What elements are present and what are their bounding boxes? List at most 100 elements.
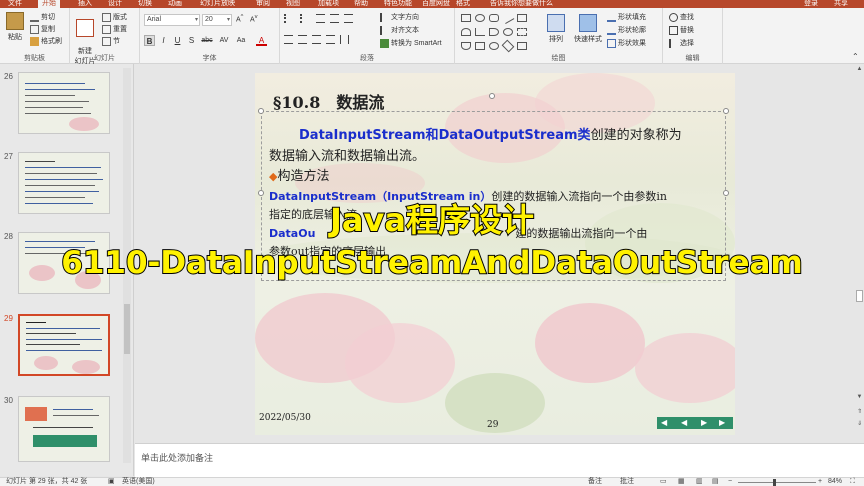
fit-slide-icon[interactable]: ⛶	[850, 478, 855, 486]
scroll-thumb[interactable]	[856, 290, 863, 302]
italic-button[interactable]: I	[158, 35, 169, 46]
comments-toggle-button[interactable]: 批注	[620, 478, 634, 486]
resize-handle[interactable]	[723, 108, 729, 114]
shape-smile-icon[interactable]	[489, 42, 499, 50]
shape-diamond-icon[interactable]	[501, 39, 515, 53]
spellcheck-icon[interactable]: ▣	[108, 478, 115, 486]
copy-button[interactable]: 复制	[30, 24, 55, 34]
font-size-combo[interactable]: 20 ▾	[202, 14, 232, 26]
slide-thumbnail-26[interactable]	[18, 72, 110, 134]
shape-circle-icon[interactable]	[503, 28, 513, 36]
shape-elbow-icon[interactable]	[475, 28, 485, 36]
shape-effects-button[interactable]: 形状效果	[607, 38, 646, 48]
shape-line-icon[interactable]	[501, 12, 515, 24]
tab-help[interactable]: 帮助	[350, 0, 372, 8]
slide-thumbnail-30[interactable]	[18, 396, 110, 462]
notes-toggle-button[interactable]: 备注	[588, 478, 602, 486]
align-left-button[interactable]	[284, 35, 295, 44]
tab-animations[interactable]: 动画	[164, 0, 186, 8]
zoom-level[interactable]: 84%	[828, 478, 842, 486]
zoom-slider-thumb[interactable]	[773, 479, 776, 486]
shrink-font-button[interactable]: Av	[250, 14, 258, 23]
scroll-down-icon[interactable]: ▼	[856, 394, 863, 400]
text-direction-button[interactable]: 文字方向	[380, 12, 419, 22]
select-button[interactable]: 选择	[669, 38, 694, 48]
tab-addins[interactable]: 加载项	[314, 0, 343, 8]
char-spacing-button[interactable]: AV	[217, 35, 231, 46]
tab-view[interactable]: 视图	[282, 0, 304, 8]
sorter-view-icon[interactable]: ▦	[678, 478, 685, 486]
language-indicator[interactable]: 英语(美国)	[122, 478, 155, 486]
shape-oval-icon[interactable]	[475, 14, 485, 22]
numbering-button[interactable]	[300, 14, 311, 23]
bullets-button[interactable]	[284, 14, 295, 23]
slide-title[interactable]: §10.8 数据流	[273, 89, 384, 113]
align-text-button[interactable]: 对齐文本	[380, 25, 419, 35]
tab-features[interactable]: 特色功能	[380, 0, 416, 8]
shape-freeform-icon[interactable]	[517, 28, 527, 36]
find-button[interactable]: 查找	[669, 12, 694, 22]
last-slide-icon[interactable]: ▶	[719, 418, 725, 427]
layout-button[interactable]: 版式	[102, 12, 127, 22]
prev-page-icon[interactable]: ⇑	[856, 408, 863, 415]
reading-view-icon[interactable]: ▥	[696, 478, 703, 486]
format-painter-button[interactable]: 格式刷	[30, 36, 62, 46]
share-button[interactable]: 共享	[830, 0, 852, 8]
columns-button[interactable]	[340, 35, 351, 44]
section-button[interactable]: 节	[102, 36, 120, 46]
collapse-ribbon-icon[interactable]: ⌃	[852, 52, 859, 61]
sign-in-link[interactable]: 登录	[800, 0, 822, 8]
underline-button[interactable]: U	[172, 35, 183, 46]
zoom-slider[interactable]	[738, 482, 816, 483]
tab-transitions[interactable]: 切换	[134, 0, 156, 8]
shadow-button[interactable]: S	[186, 35, 197, 46]
align-center-button[interactable]	[298, 35, 309, 44]
shape-rounded-icon[interactable]	[489, 14, 499, 22]
align-right-button[interactable]	[312, 35, 323, 44]
tab-review[interactable]: 审阅	[252, 0, 274, 8]
shape-rect-icon[interactable]	[461, 14, 471, 22]
tab-slideshow[interactable]: 幻灯片放映	[196, 0, 239, 8]
bold-button[interactable]: B	[144, 35, 155, 46]
shape-arc-icon[interactable]	[461, 28, 471, 36]
scroll-thumb[interactable]	[124, 304, 130, 354]
normal-view-icon[interactable]: ▭	[660, 478, 667, 486]
slide-thumbnail-29[interactable]	[18, 314, 110, 376]
next-slide-icon[interactable]: ▶	[701, 418, 707, 427]
tab-format[interactable]: 格式	[452, 0, 474, 8]
first-slide-icon[interactable]: ◀	[661, 418, 667, 427]
justify-button[interactable]	[326, 35, 337, 44]
font-name-combo[interactable]: Arial ▾	[144, 14, 200, 26]
grow-font-button[interactable]: A^	[236, 14, 243, 23]
shape-star-icon[interactable]	[517, 42, 527, 50]
arrange-button[interactable]: 排列	[543, 14, 569, 44]
scroll-up-icon[interactable]: ▲	[856, 66, 863, 72]
cut-button[interactable]: 剪切	[30, 12, 55, 22]
shape-curve-icon[interactable]	[489, 28, 499, 36]
tab-baidu[interactable]: 百度网盘	[418, 0, 454, 8]
tab-design[interactable]: 设计	[104, 0, 126, 8]
zoom-out-icon[interactable]: −	[728, 478, 732, 486]
tell-me-search[interactable]: 告诉我你想要做什么	[486, 0, 557, 8]
increase-indent-button[interactable]	[330, 14, 341, 23]
shape-outline-button[interactable]: 形状轮廓	[607, 25, 646, 35]
change-case-button[interactable]: Aa	[234, 35, 248, 46]
replace-button[interactable]: 替换	[669, 25, 694, 35]
tab-insert[interactable]: 插入	[74, 0, 96, 8]
smartart-button[interactable]: 转换为 SmartArt	[380, 38, 442, 48]
rotate-handle-icon[interactable]	[489, 93, 495, 99]
decrease-indent-button[interactable]	[316, 14, 327, 23]
font-color-button[interactable]: A	[256, 35, 267, 46]
paste-button[interactable]: 粘贴	[4, 12, 26, 42]
tab-file[interactable]: 文件	[4, 0, 26, 8]
shape-brace-icon[interactable]	[461, 42, 471, 50]
reset-button[interactable]: 重置	[102, 24, 127, 34]
tab-home[interactable]: 开始	[38, 0, 60, 8]
shape-textbox-icon[interactable]	[517, 14, 527, 22]
prev-slide-icon[interactable]: ◀	[681, 418, 687, 427]
notes-pane[interactable]: 单击此处添加备注	[135, 443, 864, 477]
slideshow-view-icon[interactable]: ▤	[712, 478, 719, 486]
zoom-in-icon[interactable]: +	[818, 478, 822, 486]
resize-handle[interactable]	[258, 108, 264, 114]
quick-styles-button[interactable]: 快速样式	[573, 14, 603, 44]
